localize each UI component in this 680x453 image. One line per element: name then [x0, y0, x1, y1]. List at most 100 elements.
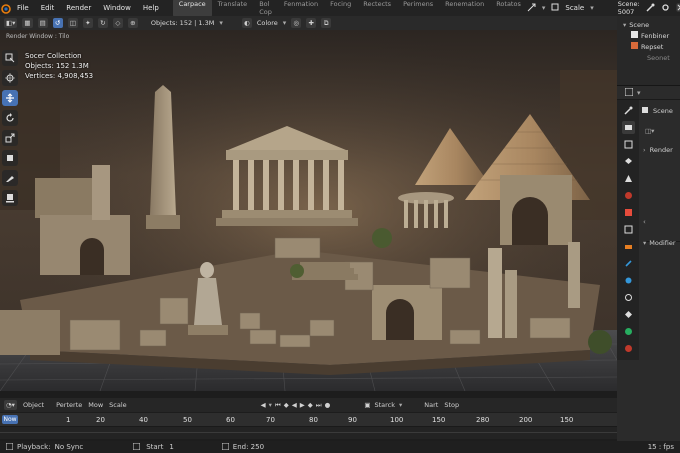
overlay-icon[interactable]: ⊕ — [127, 18, 138, 28]
timeline-header: ◔▾ Object Perterte Mow Scale ◀ ▾ ⏮ ◆ ◀ ▶… — [0, 398, 617, 412]
transform-icon[interactable] — [527, 3, 536, 14]
objects-stat: Objects: 152 1.3M — [25, 62, 89, 70]
rendered-scene — [0, 30, 617, 391]
volume-icon[interactable]: ◀ — [261, 401, 266, 409]
chevron-down-icon: ▾ — [643, 239, 647, 247]
view-layer-tab-icon[interactable] — [622, 155, 635, 168]
outliner-row-scene[interactable]: ▾ Scene — [617, 19, 680, 30]
shading-icon[interactable]: ◐ — [241, 18, 252, 28]
gizmo-icon[interactable]: ✚ — [306, 18, 317, 28]
modifier-tab-icon[interactable] — [622, 240, 635, 253]
menu-render[interactable]: Render — [60, 4, 97, 12]
end-frame: End: 250 — [221, 442, 264, 452]
scene-indicator[interactable]: Scene: 5007 — [618, 0, 640, 16]
chevron-down-icon[interactable]: ▾ — [542, 4, 546, 12]
modifier-section[interactable]: ▾ Modifier — [643, 239, 676, 247]
prev-key-icon[interactable]: ◆ — [284, 401, 289, 409]
tool-shelf — [0, 48, 20, 218]
chevron-down-icon[interactable]: ▾ — [283, 19, 287, 27]
stop-menu[interactable]: Stop — [444, 401, 459, 409]
play-reverse-icon[interactable]: ◀ — [292, 401, 297, 409]
scene-tab-icon[interactable] — [622, 172, 635, 185]
render-tab-icon[interactable] — [621, 121, 635, 134]
scale-tool-icon[interactable] — [2, 130, 18, 146]
timeline-scrollbar[interactable] — [0, 432, 617, 433]
jump-end-icon[interactable]: ⏭ — [316, 401, 322, 410]
chevron-down-icon[interactable]: ▾ — [219, 19, 223, 27]
constraints-tab-icon[interactable] — [622, 291, 635, 304]
menu-edit[interactable]: Edit — [35, 4, 61, 12]
select-box-icon[interactable]: ↺ — [52, 18, 63, 28]
select-cursor-icon[interactable] — [2, 50, 18, 66]
scene-selector[interactable]: Scene — [641, 106, 673, 116]
xray-icon[interactable]: ◎ — [291, 18, 302, 28]
chevron-left-icon[interactable]: ‹ — [643, 218, 646, 226]
editor-type-button[interactable]: ◧▾ — [4, 18, 18, 28]
keying-dropdown[interactable]: Starck — [374, 401, 395, 409]
scale-menu[interactable]: Scale — [109, 401, 127, 409]
menu-help[interactable]: Help — [137, 4, 165, 12]
start-frame-field[interactable]: 1 — [169, 443, 173, 451]
sync-dropdown[interactable]: No Sync — [55, 443, 84, 451]
settings-icon[interactable] — [661, 3, 670, 14]
physics-tab-icon[interactable] — [622, 274, 635, 287]
output-tab-icon[interactable] — [622, 138, 635, 151]
menu-window[interactable]: Window — [97, 4, 137, 12]
jump-start-icon[interactable]: ⏮ — [275, 401, 281, 410]
global-icon[interactable]: ◫ — [67, 18, 78, 28]
texture-tab-icon[interactable] — [622, 342, 635, 355]
annotate-icon[interactable] — [2, 170, 18, 186]
menu-file[interactable]: File — [11, 4, 35, 12]
data-tab-icon[interactable] — [622, 308, 635, 321]
particles-tab-icon[interactable] — [622, 257, 635, 270]
chevron-down-icon[interactable]: ▾ — [399, 401, 402, 409]
timeline-ruler[interactable]: Now 1 20 40 50 60 70 80 90 100 150 280 2… — [0, 413, 617, 426]
select-mode-button[interactable]: ▤ — [37, 18, 48, 28]
tools-icon[interactable] — [646, 3, 655, 14]
cursor-icon[interactable] — [2, 70, 18, 86]
render-selector[interactable]: ◫▾ — [645, 127, 654, 135]
world-tab-icon[interactable] — [622, 189, 635, 202]
outliner-row-3[interactable]: Repset — [617, 41, 680, 52]
rotate-icon[interactable] — [2, 110, 18, 126]
proportional-icon[interactable]: ↻ — [97, 18, 108, 28]
end-frame-field[interactable]: End: 250 — [233, 443, 264, 451]
transform-tool-icon[interactable] — [2, 150, 18, 166]
perterte-menu[interactable]: Perterte — [56, 401, 82, 409]
view-mode-button[interactable]: ▦ — [22, 18, 33, 28]
nart-menu[interactable]: Nart — [424, 401, 438, 409]
outliner-row-4[interactable]: Seonet — [617, 52, 680, 63]
outliner-label: Seonet — [647, 53, 670, 62]
material-tab-icon[interactable] — [622, 325, 635, 338]
close-icon[interactable] — [676, 3, 680, 14]
outliner-row-2[interactable]: Fenbiner — [617, 30, 680, 41]
mow-menu[interactable]: Mow — [88, 401, 103, 409]
ruler-tick-label: 50 — [183, 416, 192, 424]
object-tab-icon[interactable] — [622, 223, 635, 236]
chevron-down-icon[interactable]: ▾ — [637, 89, 641, 97]
play-icon[interactable]: ▶ — [300, 401, 305, 409]
next-key-icon[interactable]: ◆ — [308, 401, 313, 409]
properties-editor-icon[interactable] — [624, 87, 634, 98]
chevron-down-icon[interactable]: ▾ — [590, 4, 594, 12]
record-icon[interactable]: ● — [325, 401, 331, 409]
pivot-icon[interactable]: ◇ — [112, 18, 123, 28]
colors-dropdown[interactable]: Colore — [257, 19, 278, 27]
measure-icon[interactable] — [2, 190, 18, 206]
move-icon[interactable] — [2, 90, 18, 106]
collection-tab-icon[interactable] — [622, 206, 635, 219]
keying-icon[interactable]: ▣ — [364, 401, 370, 409]
current-frame-indicator[interactable]: Now — [2, 415, 18, 424]
timeline-track[interactable] — [0, 426, 617, 439]
object-menu[interactable]: Object — [23, 401, 44, 409]
chevron-down-icon[interactable]: ▾ — [269, 401, 272, 409]
scale-dropdown[interactable]: Scale — [565, 4, 584, 12]
render-section[interactable]: › Render — [643, 146, 673, 154]
tool-tab-icon[interactable] — [622, 104, 635, 117]
snap-icon[interactable]: ✦ — [82, 18, 93, 28]
app-logo-icon[interactable] — [0, 0, 11, 16]
outliner-panel: ▾ Scene Fenbiner Repset Seonet — [617, 16, 680, 85]
3d-viewport[interactable]: Render Window : Tilo Socer Collection Ob… — [0, 30, 617, 391]
overlays-icon[interactable]: ⧉ — [321, 18, 332, 28]
timeline-editor-icon[interactable]: ◔▾ — [4, 400, 17, 410]
